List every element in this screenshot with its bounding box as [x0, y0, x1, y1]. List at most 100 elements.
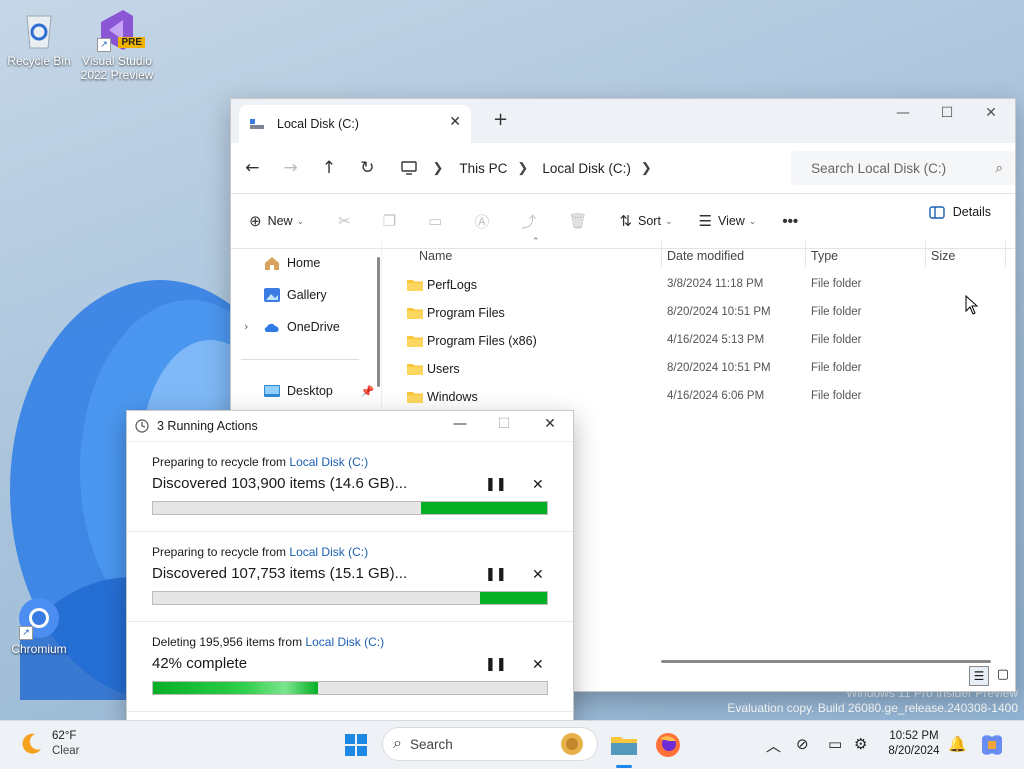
- network-offline-icon[interactable]: ⊘: [796, 735, 809, 753]
- forward-button[interactable]: →: [271, 158, 309, 178]
- view-button[interactable]: ☰ View ⌄: [699, 212, 757, 230]
- shortcut-arrow-icon: ↗: [19, 626, 33, 640]
- taskbar-search-label: Search: [409, 736, 453, 752]
- start-button[interactable]: [340, 729, 372, 761]
- details-view-icon[interactable]: ☰: [969, 666, 989, 686]
- operation-item: Preparing to recycle from Local Disk (C:…: [127, 441, 573, 532]
- cancel-icon[interactable]: ✕: [532, 477, 544, 493]
- table-row[interactable]: Program Files 8/20/2024 10:51 PM File fo…: [387, 299, 1015, 327]
- copilot-icon[interactable]: [978, 731, 1006, 759]
- breadcrumb-local-disk[interactable]: Local Disk (C:): [542, 161, 631, 176]
- list-view-icon: ☰: [698, 213, 712, 230]
- table-row[interactable]: Windows 4/16/2024 6:06 PM File folder: [387, 383, 1015, 411]
- folder-icon: [407, 364, 423, 375]
- watermark-line2: Evaluation copy. Build 26080.ge_release.…: [727, 701, 1018, 715]
- recycle-bin-label: Recycle Bin: [7, 54, 71, 68]
- column-header-date[interactable]: Date modified: [667, 241, 744, 271]
- delete-button[interactable]: 🗑: [568, 212, 593, 230]
- clock-time: 10:52 PM: [889, 730, 939, 742]
- nav-item-onedrive[interactable]: OneDrive: [263, 319, 340, 335]
- pause-icon[interactable]: ❚❚: [485, 477, 507, 492]
- column-divider[interactable]: [805, 241, 806, 267]
- file-name: Users: [427, 362, 460, 376]
- desktop-folder-icon: [264, 385, 280, 397]
- operation-link[interactable]: Local Disk (C:): [305, 635, 384, 649]
- rename-button[interactable]: Ⓐ: [474, 211, 495, 232]
- nav-item-desktop[interactable]: Desktop 📌: [263, 383, 375, 399]
- scissors-icon: ✂: [338, 213, 351, 230]
- pause-icon[interactable]: ❚❚: [485, 657, 507, 672]
- column-header-name[interactable]: Name: [419, 241, 452, 271]
- minimize-button[interactable]: —: [883, 105, 923, 121]
- show-hidden-icons-chevron[interactable]: ︿: [766, 735, 781, 756]
- column-name-label: Name: [419, 249, 453, 263]
- cancel-icon[interactable]: ✕: [532, 567, 544, 583]
- details-button[interactable]: Details: [929, 205, 991, 219]
- dialog-title: 3 Running Actions: [157, 419, 258, 433]
- recycle-bin-shortcut[interactable]: Recycle Bin: [0, 8, 78, 68]
- operation-status: 42% complete: [152, 655, 248, 672]
- tiles-view-icon[interactable]: ▢: [997, 667, 1009, 682]
- cut-button[interactable]: ✂: [338, 212, 357, 230]
- pre-badge: PRE: [118, 37, 145, 48]
- close-button[interactable]: ✕: [971, 105, 1011, 121]
- up-button[interactable]: ↑: [310, 158, 348, 178]
- system-clock[interactable]: 10:52 PM 8/20/2024: [880, 729, 948, 759]
- table-row[interactable]: Users 8/20/2024 10:51 PM File folder: [387, 355, 1015, 383]
- dialog-minimize-button[interactable]: —: [445, 416, 475, 432]
- sort-arrows-icon: ⇅: [619, 213, 633, 230]
- more-options-button[interactable]: •••: [782, 213, 804, 230]
- search-input[interactable]: Search Local Disk (C:) ⌕: [791, 151, 1015, 185]
- address-bar[interactable]: ❯ This PC ❯ Local Disk (C:) ❯: [395, 151, 784, 185]
- nav-scrollbar[interactable]: [377, 257, 380, 387]
- firefox-icon[interactable]: [652, 729, 684, 761]
- sort-button[interactable]: ⇅ Sort ⌄: [619, 212, 672, 230]
- notification-bell-icon[interactable]: 🔔: [948, 735, 967, 753]
- cancel-icon[interactable]: ✕: [532, 657, 544, 673]
- back-button[interactable]: ←: [233, 158, 271, 178]
- tab-close-icon[interactable]: ✕: [449, 114, 461, 130]
- visual-studio-shortcut[interactable]: PRE ↗ Visual Studio 2022 Preview: [78, 8, 156, 82]
- display-icon[interactable]: ▭: [828, 735, 842, 753]
- dialog-close-button[interactable]: ✕: [535, 416, 565, 432]
- expand-chevron-icon[interactable]: ›: [244, 320, 248, 333]
- operation-prefix: Deleting 195,956 items from: [152, 635, 303, 649]
- operation-source: Deleting 195,956 items from Local Disk (…: [152, 635, 384, 649]
- nav-item-home[interactable]: Home: [263, 255, 320, 271]
- new-tab-button[interactable]: +: [493, 109, 508, 130]
- pause-icon[interactable]: ❚❚: [485, 567, 507, 582]
- paste-button[interactable]: ▭: [428, 212, 448, 230]
- weather-widget[interactable]: 62°F Clear: [18, 729, 79, 759]
- new-button[interactable]: ⊕ New ⌄: [249, 212, 304, 230]
- file-type: File folder: [811, 306, 862, 318]
- refresh-button[interactable]: ↻: [348, 158, 386, 178]
- column-header-size[interactable]: Size: [931, 241, 955, 271]
- nav-divider: [241, 359, 359, 360]
- nav-item-gallery[interactable]: Gallery: [263, 287, 327, 303]
- dialog-maximize-button[interactable]: ☐: [489, 416, 519, 432]
- search-icon: ⌕: [393, 735, 402, 752]
- pin-icon[interactable]: 📌: [361, 385, 375, 398]
- operation-link[interactable]: Local Disk (C:): [289, 545, 368, 559]
- file-explorer-taskbar-icon[interactable]: [608, 729, 640, 761]
- column-divider[interactable]: [1005, 241, 1006, 267]
- breadcrumb-this-pc[interactable]: This PC: [459, 161, 507, 176]
- tab-local-disk[interactable]: Local Disk (C:) ✕: [239, 105, 471, 143]
- table-row[interactable]: Program Files (x86) 4/16/2024 5:13 PM Fi…: [387, 327, 1015, 355]
- copy-button[interactable]: ❐: [383, 212, 402, 230]
- chromium-shortcut[interactable]: ↗ Chromium: [0, 596, 78, 656]
- operation-link[interactable]: Local Disk (C:): [289, 455, 368, 469]
- table-row[interactable]: PerfLogs 3/8/2024 11:18 PM File folder: [387, 271, 1015, 299]
- maximize-button[interactable]: ☐: [927, 105, 967, 121]
- chevron-down-icon: ⌄: [296, 215, 305, 226]
- progress-bar: [152, 681, 548, 695]
- settings-sync-icon[interactable]: ⚙: [854, 735, 867, 753]
- tab-title: Local Disk (C:): [277, 117, 359, 131]
- column-divider[interactable]: [925, 241, 926, 267]
- progress-fill: [480, 592, 547, 604]
- column-header-type[interactable]: Type: [811, 241, 838, 271]
- column-divider[interactable]: [661, 241, 662, 267]
- title-bar: Local Disk (C:) ✕ + — ☐ ✕: [231, 99, 1015, 143]
- taskbar-search-input[interactable]: ⌕ Search: [382, 727, 598, 761]
- share-button[interactable]: ⤴: [521, 211, 542, 232]
